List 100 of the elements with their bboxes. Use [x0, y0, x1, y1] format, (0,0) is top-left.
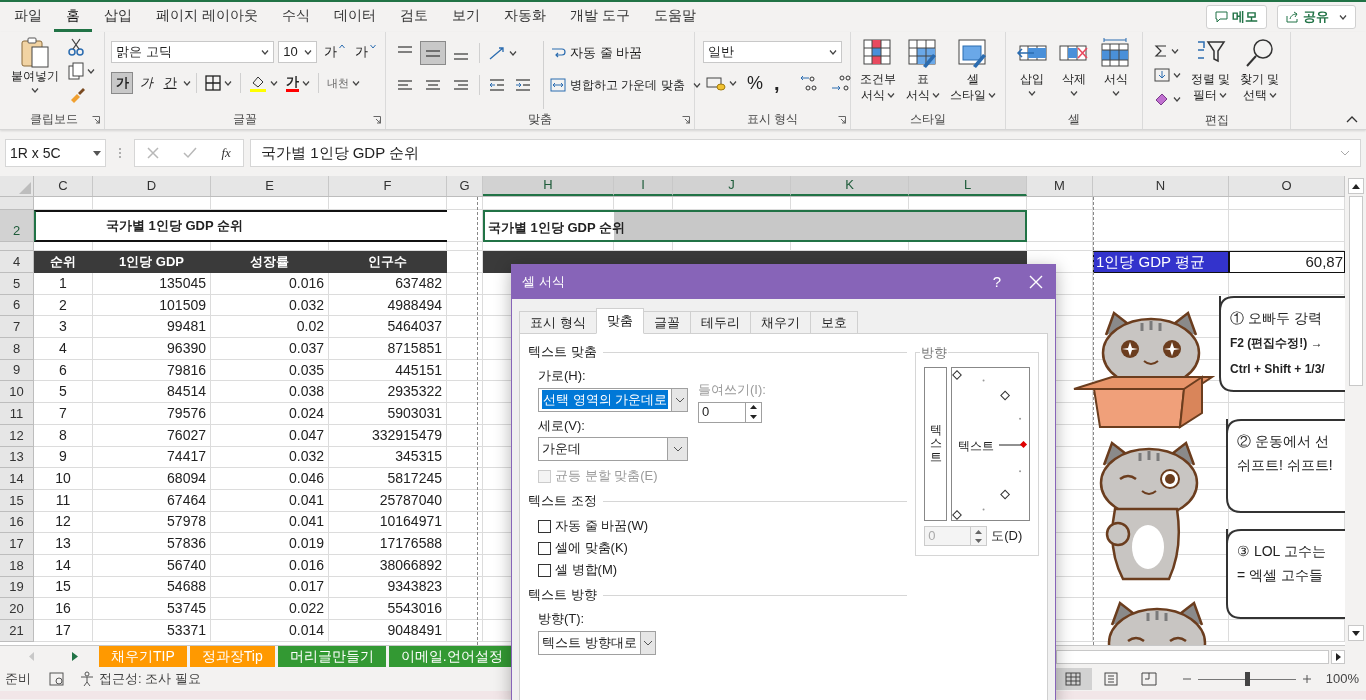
chevron-down-icon[interactable] — [87, 68, 95, 74]
menu-tab[interactable]: 자동화 — [491, 2, 558, 32]
menu-tab[interactable]: 페이지 레이아웃 — [144, 2, 270, 32]
row-header[interactable]: 8 — [0, 338, 34, 360]
middle-align-button[interactable] — [420, 41, 446, 65]
column-header[interactable]: M — [1027, 176, 1093, 196]
chevron-down-icon[interactable] — [1268, 92, 1277, 98]
column-header[interactable]: I — [614, 176, 673, 196]
chevron-down-icon[interactable] — [304, 49, 312, 55]
menu-tab[interactable]: 도움말 — [641, 2, 708, 32]
scroll-down-button[interactable] — [1347, 625, 1364, 641]
cell-styles-button[interactable]: 셀 스타일 — [947, 38, 999, 109]
row-header[interactable]: 15 — [0, 489, 34, 512]
menu-tab[interactable]: 검토 — [387, 2, 440, 32]
chevron-down-icon[interactable] — [692, 82, 701, 88]
chevron-down-icon[interactable] — [30, 88, 39, 93]
chevron-down-icon[interactable] — [183, 80, 191, 86]
chevron-down-icon[interactable] — [302, 80, 310, 86]
column-header[interactable]: K — [791, 176, 909, 196]
comma-style-button[interactable]: , — [770, 72, 784, 94]
zoom-in-icon[interactable] — [1301, 674, 1312, 684]
row-header[interactable]: 11 — [0, 403, 34, 425]
insert-function-button[interactable]: fx — [221, 143, 231, 163]
dialog-tab[interactable]: 맞춤 — [595, 308, 644, 334]
direction-select[interactable]: 텍스트 방향대로 — [538, 630, 656, 655]
scrollbar-thumb[interactable] — [1056, 649, 1329, 664]
chevron-down-icon[interactable] — [1219, 92, 1228, 98]
accessibility-icon[interactable] — [79, 671, 95, 687]
spin-up-icon[interactable] — [750, 405, 757, 410]
menu-tab[interactable]: 데이터 — [321, 2, 388, 32]
dropdown-button[interactable] — [671, 388, 687, 411]
orientation-dial[interactable]: 텍스트 — [951, 367, 1031, 521]
zoom-level[interactable]: 100% — [1325, 669, 1359, 689]
column-header[interactable]: D — [93, 176, 211, 196]
menu-tab[interactable]: 개발 도구 — [557, 2, 642, 32]
menu-tab[interactable]: 삽입 — [92, 2, 144, 32]
vertical-select[interactable]: 가운데 — [538, 437, 688, 461]
name-box[interactable]: 1R x 5C — [5, 139, 106, 167]
row-header[interactable]: 7 — [0, 316, 34, 339]
row-header[interactable]: 6 — [0, 294, 34, 317]
row-header[interactable]: 13 — [0, 446, 34, 469]
phonetic-button[interactable]: 내천 — [324, 72, 363, 94]
wrap-text-button[interactable]: 자동 줄 바꿈 — [550, 41, 643, 65]
row-header[interactable]: 5 — [0, 273, 34, 295]
format-button[interactable]: 서식 — [1097, 38, 1135, 109]
share-button[interactable]: 공유 — [1277, 5, 1356, 29]
dialog-launcher-icon[interactable] — [682, 116, 690, 124]
font-color-button[interactable]: 가 — [283, 72, 313, 94]
column-header[interactable]: N — [1093, 176, 1229, 196]
column-header[interactable]: C — [34, 176, 93, 196]
scroll-up-button[interactable] — [1347, 178, 1364, 194]
checkbox[interactable] — [538, 563, 551, 577]
paste-button[interactable]: 붙여넣기 — [10, 36, 59, 109]
chevron-down-icon[interactable] — [1070, 91, 1078, 96]
horizontal-select[interactable]: 선택 영역의 가운데로 — [538, 387, 688, 412]
scroll-right-icon[interactable] — [71, 652, 78, 661]
chevron-down-icon[interactable] — [1112, 91, 1120, 96]
column-header[interactable]: H — [483, 176, 614, 196]
column-header[interactable]: J — [673, 176, 791, 196]
percent-button[interactable]: % — [743, 72, 767, 94]
chevron-down-icon[interactable] — [509, 50, 517, 56]
accessibility-status[interactable]: 접근성: 조사 필요 — [99, 669, 201, 689]
dropdown-button[interactable] — [639, 631, 655, 654]
italic-button[interactable]: 가 — [135, 72, 157, 94]
row-header[interactable]: 21 — [0, 620, 34, 642]
grow-font-button[interactable]: 가 — [321, 41, 348, 63]
row-header[interactable]: 2 — [0, 210, 34, 242]
insert-button[interactable]: 삽입 — [1013, 38, 1051, 109]
row-header[interactable]: 4 — [0, 251, 34, 273]
sheet-tab[interactable]: 머리글만들기 — [277, 646, 386, 667]
row-header[interactable]: 17 — [0, 533, 34, 555]
row-header[interactable]: 10 — [0, 381, 34, 404]
zoom-slider[interactable] — [1197, 672, 1296, 686]
row-header[interactable]: 9 — [0, 359, 34, 382]
row-header[interactable]: 20 — [0, 598, 34, 620]
vertical-text-button[interactable]: 텍스트 — [924, 367, 948, 521]
scrollbar-thumb[interactable] — [1348, 196, 1363, 386]
menu-tab[interactable]: 보기 — [439, 2, 492, 32]
dialog-tab[interactable]: 표시 형식 — [519, 311, 597, 334]
formula-field[interactable]: 국가별 1인당 GDP 순위 — [250, 139, 1361, 167]
chevron-down-icon[interactable] — [729, 80, 737, 86]
spin-down-icon[interactable] — [750, 414, 757, 419]
row-header[interactable]: 16 — [0, 511, 34, 534]
chevron-down-icon[interactable] — [1172, 96, 1181, 102]
chevron-down-icon[interactable] — [261, 49, 270, 55]
chevron-down-icon[interactable] — [932, 92, 940, 98]
font-size-field[interactable]: 10 — [278, 41, 317, 63]
bold-button[interactable]: 가 — [111, 72, 133, 94]
dialog-launcher-icon[interactable] — [92, 116, 100, 124]
help-button[interactable]: ? — [992, 270, 1001, 294]
close-icon[interactable] — [1029, 275, 1043, 289]
slider-thumb[interactable] — [1244, 672, 1250, 686]
chevron-down-icon[interactable] — [1172, 72, 1181, 78]
dialog-launcher-icon[interactable] — [838, 116, 846, 124]
chevron-down-icon[interactable] — [270, 80, 278, 86]
chevron-down-icon[interactable] — [1028, 91, 1036, 96]
checkbox[interactable] — [538, 541, 551, 555]
shrink-font-button[interactable]: 가 — [352, 41, 379, 63]
menu-tab[interactable]: 파일 — [2, 2, 54, 32]
checkbox[interactable] — [538, 519, 551, 533]
